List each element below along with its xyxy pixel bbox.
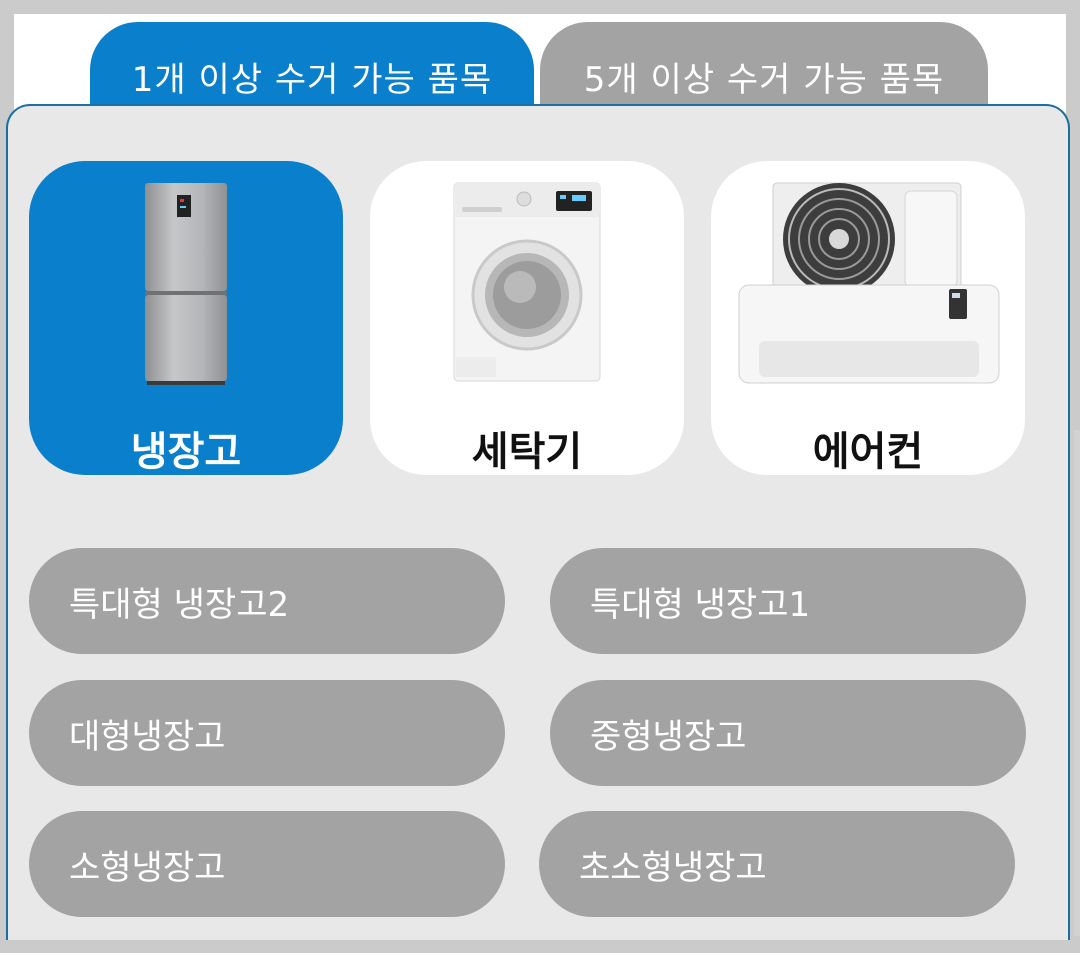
item-button[interactable]: 특대형 냉장고2 [29,548,505,654]
item-label: 소형냉장고 [69,847,226,888]
category-card-air-conditioner[interactable]: 에어컨 [711,161,1025,475]
category-label: 세탁기 [471,429,583,475]
item-label: 대형냉장고 [69,716,226,757]
item-button[interactable]: 소형냉장고 [29,811,505,917]
item-label: 초소형냉장고 [579,847,767,888]
category-label: 에어컨 [812,429,924,475]
tab-label: 1개 이상 수거 가능 품목 [131,60,493,100]
category-card-refrigerator[interactable]: 냉장고 [29,161,343,475]
category-card-washing-machine[interactable]: 세탁기 [370,161,684,475]
item-label: 특대형 냉장고2 [69,584,290,625]
item-label: 특대형 냉장고1 [590,584,811,625]
air-conditioner-icon [738,182,1000,384]
refrigerator-icon [145,183,227,385]
tab-label: 5개 이상 수거 가능 품목 [583,60,945,100]
category-label: 냉장고 [130,429,242,475]
item-button[interactable]: 특대형 냉장고1 [550,548,1026,654]
item-button[interactable]: 초소형냉장고 [539,811,1015,917]
scrollbar-track [1074,430,1080,936]
item-button[interactable]: 대형냉장고 [29,680,505,786]
item-button[interactable]: 중형냉장고 [550,680,1026,786]
washing-machine-icon [453,182,601,382]
item-label: 중형냉장고 [590,716,747,757]
